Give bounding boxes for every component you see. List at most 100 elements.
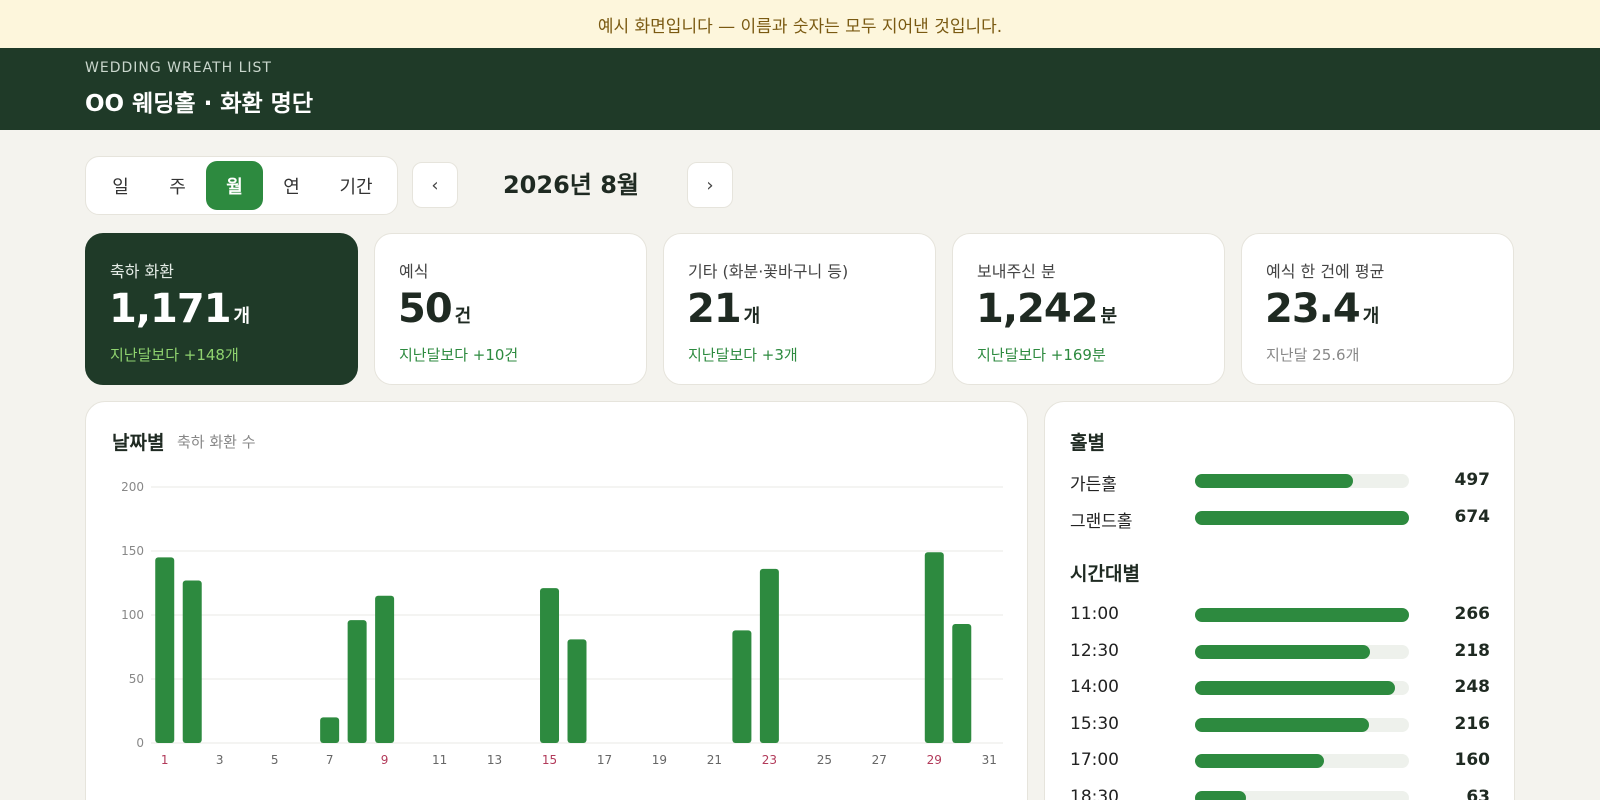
demo-notice-banner: 예시 화면입니다 — 이름과 숫자는 모두 지어낸 것입니다. [0,0,1600,48]
stat-value: 21 [687,286,742,332]
hall-name: 가든홀 [1070,475,1117,495]
time-slot-bar-fill [1195,791,1246,800]
stat-card-senders: 보내주신 분 1,242 분 지난달보다 +169분 [952,233,1225,385]
stat-label: 예식 한 건에 평균 [1266,262,1385,281]
bar-day-30[interactable] [952,623,972,743]
time-slot-row: 14:00 248 [1070,677,1490,699]
bar-day-2[interactable] [182,580,202,743]
time-slot-bar-track [1195,681,1409,696]
stat-delta: 지난달보다 +3개 [688,346,798,364]
stat-card-wreaths: 축하 화환 1,171 개 지난달보다 +148개 [85,233,358,385]
bar-day-22[interactable] [732,630,752,743]
time-section-title: 시간대별 [1070,563,1140,585]
stat-label: 예식 [399,262,429,281]
time-slot-bar-track [1195,644,1409,659]
bar-day-23[interactable] [759,568,779,743]
time-slot-name: 14:00 [1070,677,1119,698]
stat-value: 23.4 [1265,286,1361,332]
x-tick-label: 17 [597,753,612,767]
time-slot-bar-fill [1195,717,1369,732]
time-slot-row: 17:00 160 [1070,750,1490,772]
x-tick-label: 25 [817,753,832,767]
stat-label: 기타 (화분·꽃바구니 등) [688,262,849,281]
x-tick-label: 5 [271,753,279,767]
chevron-left-icon: ‹ [431,174,439,196]
next-period-button[interactable]: › [687,162,733,208]
header-eyebrow: WEDDING WREATH LIST [85,60,272,76]
x-tick-label: 31 [982,753,997,767]
time-slot-count: 248 [1454,677,1491,698]
x-tick-label: 9 [381,753,389,767]
x-tick-label: 7 [326,753,334,767]
y-tick-label: 50 [129,672,144,686]
time-slot-name: 11:00 [1070,604,1119,624]
stat-delta: 지난달보다 +148개 [110,346,239,364]
stat-delta: 지난달보다 +169분 [977,346,1106,364]
x-tick-label: 13 [487,753,502,767]
stat-label: 축하 화환 [110,262,174,281]
x-tick-label: 11 [432,753,447,767]
hall-row: 그랜드홀 674 [1070,507,1491,532]
hall-name: 그랜드홀 [1070,512,1133,532]
breakdown-panel: 홀별 가든홀 497 그랜드홀 674 시간대별 11:00 266 12:30 218 14… [1044,401,1515,800]
bar-day-29[interactable] [924,552,944,743]
x-tick-label: 21 [707,753,722,767]
stat-value: 1,242 [976,286,1099,332]
page-title: OO 웨딩홀 · 화환 명단 [85,91,313,117]
y-tick-label: 150 [121,544,144,558]
x-tick-label: 27 [872,753,887,767]
time-slot-name: 17:00 [1070,750,1119,771]
hall-count: 497 [1454,470,1491,490]
tab-range[interactable]: 기간 [320,161,392,210]
hall-bar-fill [1195,474,1353,488]
time-slot-count: 63 [1466,787,1490,800]
y-tick-label: 100 [121,608,144,622]
x-tick-label: 15 [542,753,557,767]
chevron-right-icon: › [706,174,714,196]
time-slot-name: 12:30 [1070,640,1119,661]
stat-card-average: 예식 한 건에 평균 23.4 개 지난달 25.6개 [1241,233,1514,385]
demo-notice-text: 예시 화면입니다 — 이름과 숫자는 모두 지어낸 것입니다. [597,16,1003,37]
time-slot-bar-fill [1195,608,1409,622]
hall-section-title: 홀별 [1070,432,1105,454]
time-slot-name: 15:30 [1070,713,1119,734]
bar-day-15[interactable] [540,588,560,743]
stat-value: 50 [398,286,453,332]
bar-day-7[interactable] [320,717,340,743]
hall-bar-track [1195,474,1409,488]
bar-day-1[interactable] [155,557,175,743]
bar-day-9[interactable] [375,595,395,743]
time-slot-row: 12:30 218 [1070,641,1490,663]
time-slot-count: 266 [1454,604,1491,624]
stat-unit: 개 [233,306,251,327]
tab-month[interactable]: 월 [206,161,263,210]
stat-unit: 개 [1362,306,1380,327]
hall-bar-fill [1195,511,1409,525]
bar-day-16[interactable] [567,639,587,743]
x-tick-label: 23 [762,753,777,767]
hall-count: 674 [1454,507,1491,527]
y-tick-label: 200 [121,480,144,494]
time-slot-count: 216 [1454,713,1491,734]
time-slot-row: 15:30 216 [1070,714,1490,736]
time-slot-bar-track [1195,754,1409,769]
tab-week[interactable]: 주 [149,161,206,210]
x-tick-label: 19 [652,753,667,767]
bar-day-8[interactable] [347,620,367,743]
x-tick-label: 1 [161,753,169,767]
tab-year[interactable]: 연 [263,161,320,210]
x-tick-label: 3 [216,753,224,767]
hall-bar-track [1195,511,1409,525]
y-tick-label: 0 [136,736,144,750]
time-slot-count: 218 [1454,640,1491,661]
tab-day[interactable]: 일 [92,161,149,210]
prev-period-button[interactable]: ‹ [412,162,458,208]
stat-card-others: 기타 (화분·꽃바구니 등) 21 개 지난달보다 +3개 [663,233,936,385]
time-slot-row: 11:00 266 [1070,604,1490,626]
stat-delta: 지난달보다 +10건 [399,346,519,364]
time-slot-bar-track [1195,608,1409,622]
stat-card-ceremonies: 예식 50 건 지난달보다 +10건 [374,233,647,385]
time-slot-bar-fill [1195,644,1371,659]
stat-delta: 지난달 25.6개 [1266,346,1360,364]
daily-bar-chart: 0501001502001 3 5 7 9 11 13 15 17 19 21 23 25 27 29 31 [121,480,1003,767]
